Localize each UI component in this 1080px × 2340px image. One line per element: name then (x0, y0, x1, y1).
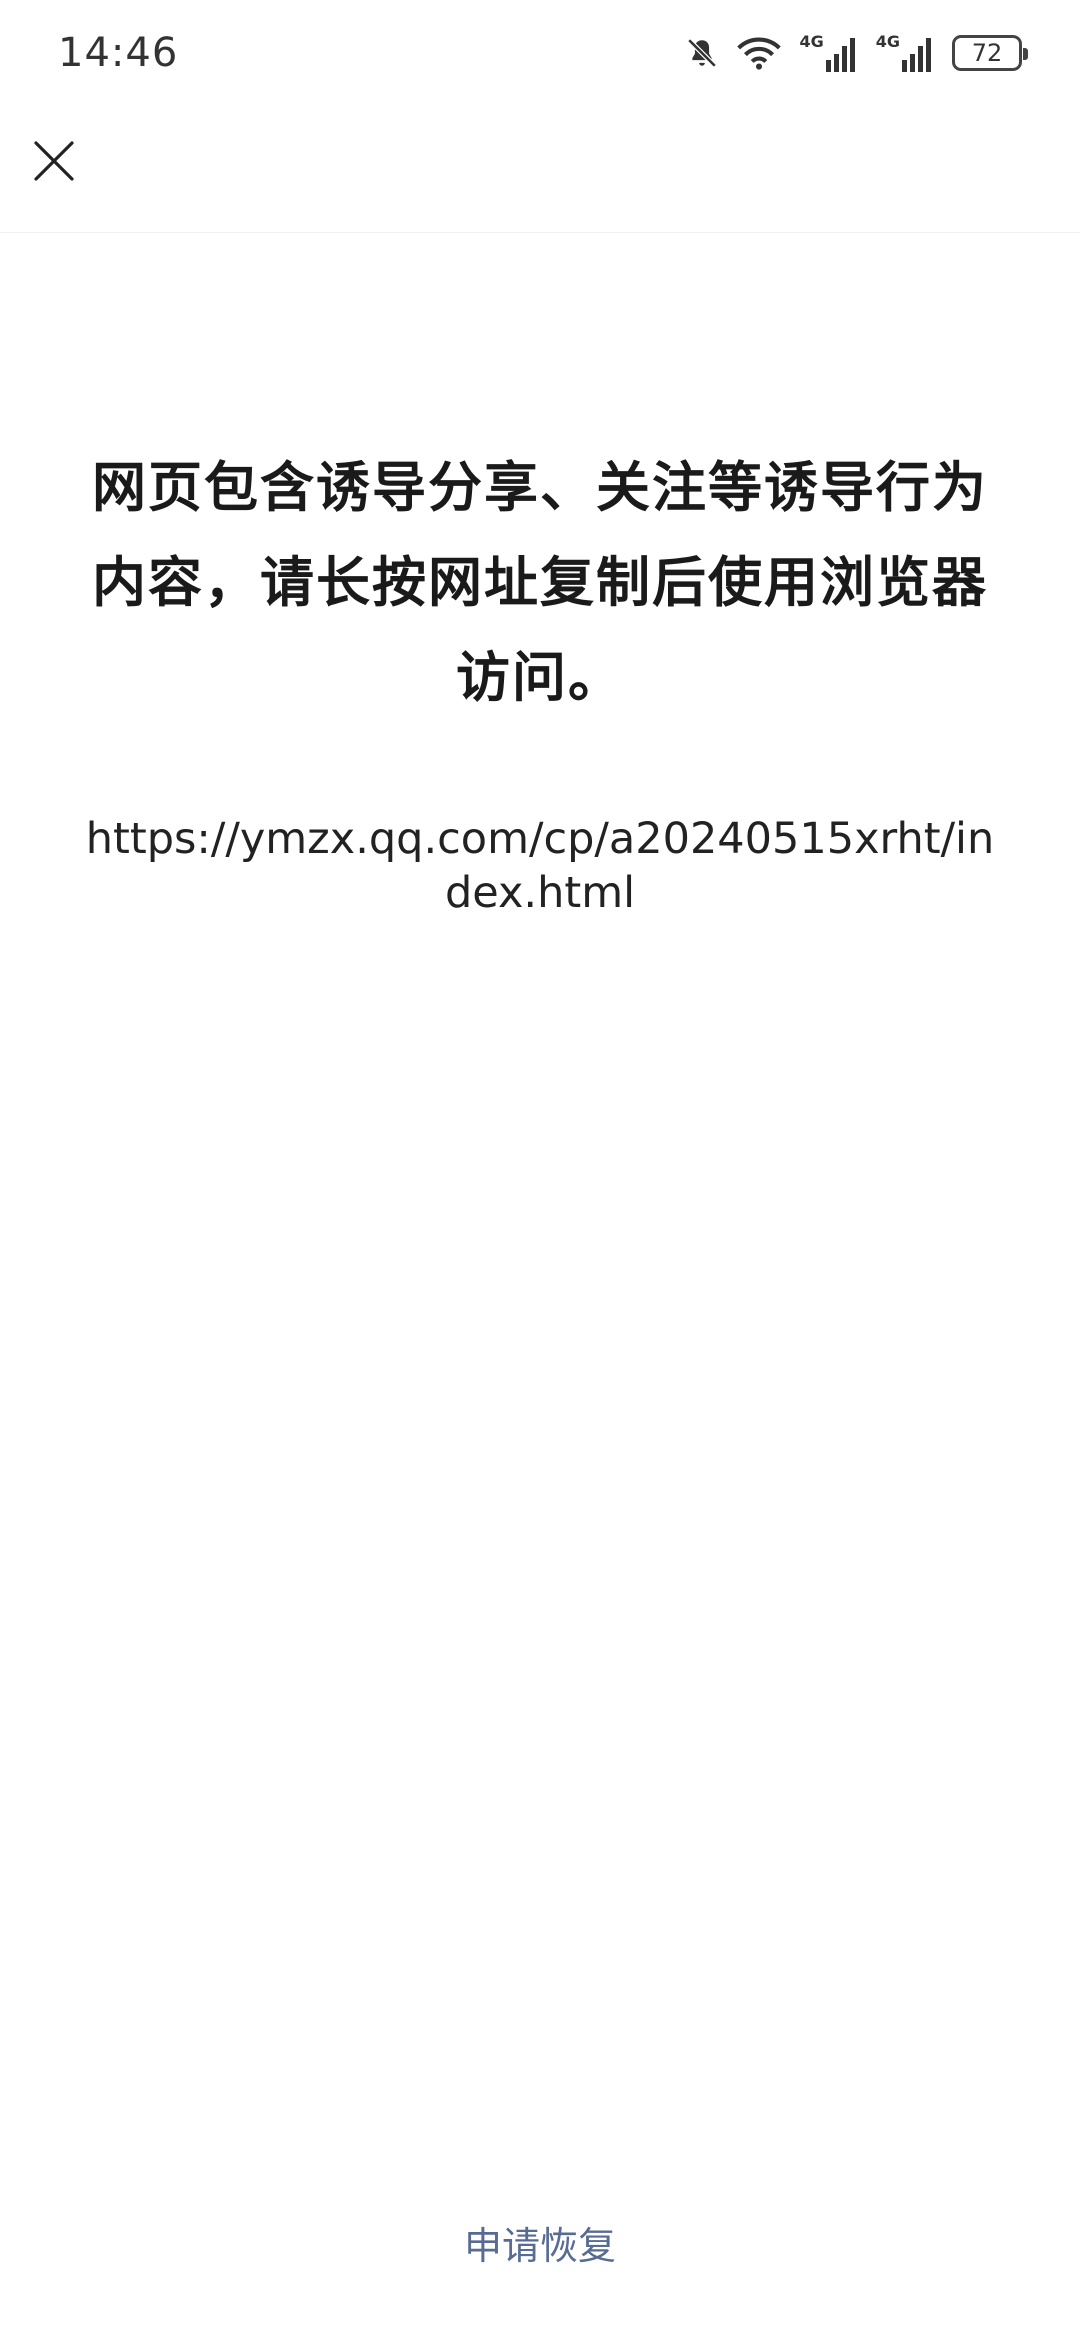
top-bar (0, 105, 1080, 233)
blocked-url[interactable]: https://ymzx.qq.com/cp/a20240515xrht/ind… (80, 812, 1000, 920)
status-time: 14:46 (58, 29, 179, 76)
signal-icon (825, 36, 858, 72)
bell-muted-icon (685, 36, 719, 70)
apply-restore-link[interactable]: 申请恢复 (0, 2215, 1080, 2270)
status-icons: 4G 4G 72 (685, 31, 1028, 72)
close-icon (32, 139, 76, 187)
status-bar: 14:46 4G 4G 72 (0, 0, 1080, 105)
network-type-label: 4G (875, 31, 900, 51)
signal-icon (902, 36, 934, 72)
cellular-2: 4G (875, 31, 934, 72)
close-button[interactable] (18, 127, 90, 199)
wifi-icon (737, 36, 782, 70)
network-type-label: 4G (799, 31, 824, 51)
cellular-1: 4G (799, 31, 858, 72)
warning-message: 网页包含诱导分享、关注等诱导行为内容，请长按网址复制后使用浏览器访问。 (92, 456, 988, 709)
battery-level: 72 (971, 38, 1003, 67)
battery-icon: 72 (952, 34, 1028, 71)
